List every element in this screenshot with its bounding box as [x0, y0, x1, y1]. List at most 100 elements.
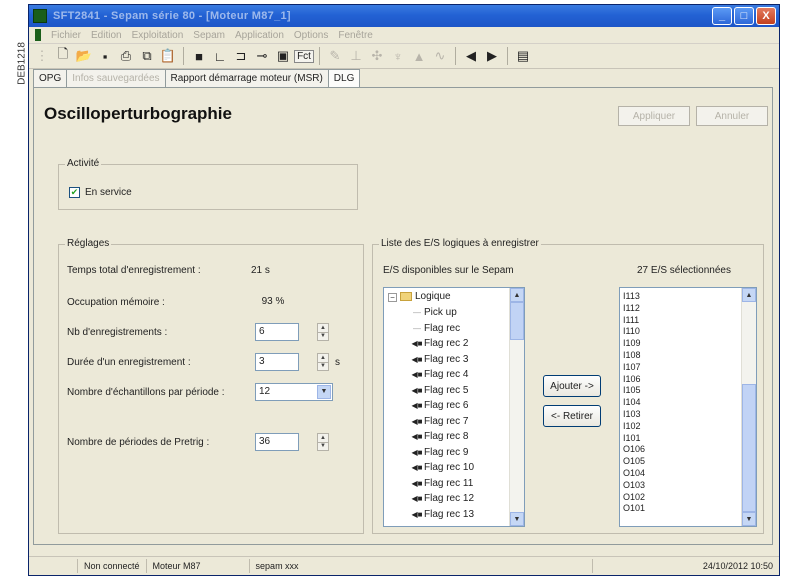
logic-icon[interactable]: ⊐ [232, 47, 250, 65]
scroll-thumb[interactable] [510, 302, 524, 340]
tab-infos-sauvegardees[interactable]: Infos sauvegardées [66, 69, 166, 88]
scroll-up-icon[interactable]: ▲ [742, 288, 756, 302]
pretrig-spinner[interactable]: ▲ ▼ [317, 433, 329, 451]
pretrig-input[interactable]: 36 [255, 433, 299, 451]
scroll-down-icon[interactable]: ▼ [742, 512, 756, 526]
available-io-tree[interactable]: − Logique — Pick up — Flag rec ◀■ Flag rec 2 ◀… [383, 287, 525, 527]
tree-item[interactable]: — Pick up [410, 308, 457, 318]
menu-edition[interactable]: Edition [91, 30, 122, 41]
in-service-checkbox[interactable]: ✔ [69, 187, 80, 198]
list-item[interactable]: O104 [623, 468, 645, 478]
copy-icon[interactable]: ⧉ [138, 47, 156, 65]
duration-input[interactable]: 3 [255, 353, 299, 371]
plus-icon[interactable]: ✣ [368, 47, 386, 65]
list-item[interactable]: O103 [623, 480, 645, 490]
duration-spinner[interactable]: ▲ ▼ [317, 353, 329, 371]
list-item[interactable]: I110 [623, 326, 640, 336]
list-item[interactable]: I105 [623, 385, 641, 395]
list-item[interactable]: I111 [623, 315, 639, 325]
cancel-button[interactable]: Annuler [696, 106, 768, 126]
maximize-button[interactable]: □ [734, 7, 754, 25]
list-item[interactable]: I102 [623, 421, 641, 431]
arrow-left-icon[interactable]: ◀ [462, 47, 480, 65]
new-icon[interactable]: 🗋 [54, 46, 72, 65]
tree-item[interactable]: ◀■ Flag rec 8 [410, 432, 469, 442]
scroll-thumb[interactable] [742, 384, 756, 512]
pen-icon[interactable]: ✎ [326, 47, 344, 65]
tree-item[interactable]: ◀■ Flag rec 2 [410, 339, 469, 349]
apply-button[interactable]: Appliquer [618, 106, 690, 126]
list-item[interactable]: O101 [623, 503, 645, 513]
tree-item[interactable]: ◀■ Flag rec 9 [410, 447, 469, 458]
ground-icon[interactable]: ⊥ [347, 47, 365, 65]
spin-up-icon[interactable]: ▲ [318, 434, 328, 442]
document-icon[interactable]: ▤ [514, 47, 532, 65]
available-scrollbar[interactable]: ▲ ▼ [509, 288, 524, 526]
tree-item[interactable]: ◀■ Flag rec 5 [410, 385, 469, 396]
list-item[interactable]: I106 [623, 374, 641, 384]
screen-icon[interactable]: ▣ [274, 47, 292, 65]
selected-io-list[interactable]: I113 I112 I111 I110 I109 I108 I107 I106 I105 I104… [619, 287, 757, 527]
fct-button[interactable]: Fct [294, 47, 314, 65]
add-button[interactable]: Ajouter -> [543, 375, 601, 397]
list-item[interactable]: O105 [623, 456, 645, 466]
flag-icon: ◀■ [411, 463, 423, 472]
spin-down-icon[interactable]: ▼ [318, 441, 328, 451]
tree-root-row[interactable]: Logique [400, 292, 451, 302]
arrow-right-icon[interactable]: ▶ [483, 47, 501, 65]
menu-fichier[interactable]: Fichier [51, 30, 81, 41]
save-icon[interactable]: ▪ [96, 47, 114, 65]
minimize-button[interactable]: _ [712, 7, 732, 25]
list-item[interactable]: I101 [623, 433, 641, 443]
spin-down-icon[interactable]: ▼ [318, 361, 328, 371]
list-item[interactable]: I107 [623, 362, 641, 372]
triangle-icon[interactable]: ▲ [410, 47, 428, 65]
print-icon[interactable]: ⎙ [117, 47, 135, 65]
nb-records-spinner[interactable]: ▲ ▼ [317, 323, 329, 341]
tree-item[interactable]: ◀■ Flag rec 13 [410, 509, 475, 520]
chart-icon[interactable]: ∟ [211, 47, 229, 65]
remove-button[interactable]: <- Retirer [543, 405, 601, 427]
title-bar[interactable]: SFT2841 - Sepam série 80 - [Moteur M87_1… [29, 5, 779, 27]
list-item[interactable]: I113 [623, 291, 640, 301]
nb-records-input[interactable]: 6 [255, 323, 299, 341]
list-item[interactable]: O102 [623, 492, 645, 502]
selected-scrollbar[interactable]: ▲ ▼ [741, 288, 756, 526]
menu-application[interactable]: Application [235, 30, 284, 41]
tree-item[interactable]: ◀■ Flag rec 12 [410, 494, 475, 504]
list-item[interactable]: I104 [623, 397, 641, 407]
tree-item[interactable]: — Flag rec [410, 323, 460, 334]
tree-item[interactable]: ◀■ Flag rec 3 [410, 354, 469, 365]
scroll-down-icon[interactable]: ▼ [510, 512, 524, 526]
paste-icon[interactable]: 📋 [159, 47, 177, 65]
tree-item[interactable]: ◀■ Flag rec 7 [410, 416, 469, 427]
tree-item[interactable]: ◀■ Flag rec 4 [410, 370, 469, 380]
wave-icon[interactable]: ∿ [431, 47, 449, 65]
link-icon[interactable]: ⊸ [253, 47, 271, 65]
samples-select[interactable]: 12 ▼ [255, 383, 333, 401]
close-button[interactable]: X [756, 7, 776, 25]
spin-up-icon[interactable]: ▲ [318, 324, 328, 332]
tree-item[interactable]: ◀■ Flag rec 10 [410, 463, 475, 473]
disk-icon[interactable]: ■ [190, 47, 208, 65]
tab-opg[interactable]: OPG [33, 69, 68, 88]
tree-item[interactable]: ◀■ Flag rec 6 [410, 401, 469, 411]
list-item[interactable]: I103 [623, 409, 641, 419]
tab-rapport-demarrage[interactable]: Rapport démarrage moteur (MSR) [164, 69, 329, 88]
list-item[interactable]: O106 [623, 444, 645, 454]
menu-options[interactable]: Options [294, 30, 328, 41]
list-item[interactable]: I112 [623, 303, 640, 313]
menu-fenetre[interactable]: Fenêtre [338, 30, 372, 41]
tree-item[interactable]: ◀■ Flag rec 11 [410, 478, 474, 489]
scroll-up-icon[interactable]: ▲ [510, 288, 524, 302]
menu-sepam[interactable]: Sepam [193, 30, 225, 41]
filter-icon[interactable]: ♆ [389, 47, 407, 65]
menu-exploitation[interactable]: Exploitation [132, 30, 184, 41]
collapse-icon[interactable]: − [388, 293, 397, 302]
spin-down-icon[interactable]: ▼ [318, 331, 328, 341]
list-item[interactable]: I109 [623, 338, 641, 348]
list-item[interactable]: I108 [623, 350, 641, 360]
spin-up-icon[interactable]: ▲ [318, 354, 328, 362]
open-icon[interactable]: 📂 [75, 47, 93, 65]
chevron-down-icon[interactable]: ▼ [317, 385, 331, 399]
